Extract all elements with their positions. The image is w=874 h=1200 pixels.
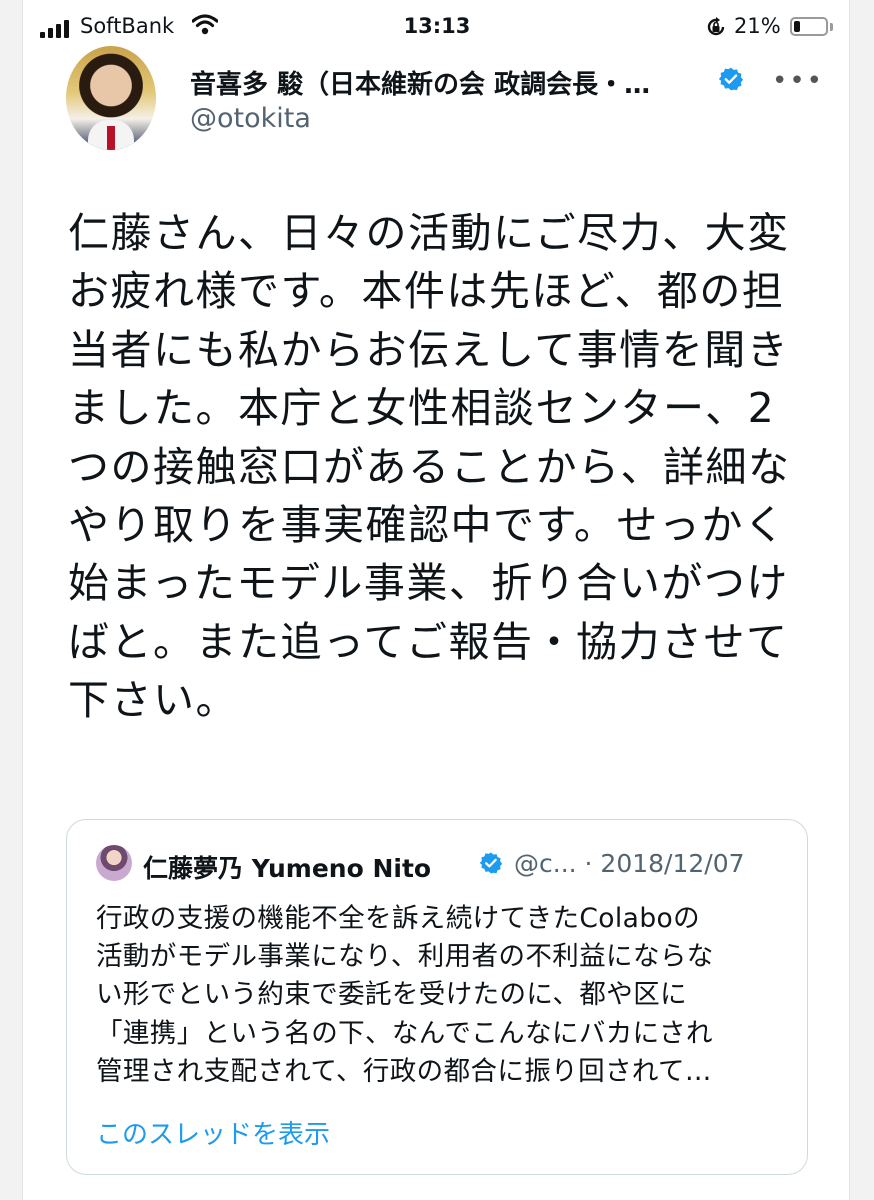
tweet-text-line: つの接触窓口があることから、詳細な: [68, 442, 791, 491]
quoted-text-line: 活動がモデル事業になり、利用者の不利益にならな: [96, 941, 714, 973]
author-avatar[interactable]: [66, 46, 156, 150]
tweet-text-line: 仁藤さん、日々の活動にご尽力、大変: [68, 209, 790, 257]
quoted-author-avatar: [96, 845, 132, 881]
battery-tip: [830, 23, 833, 31]
tweet-text: 仁藤さん、日々の活動にご尽力、大変 お疲れ様です。本件は先ほど、都の担 当者にも…: [68, 204, 808, 730]
verified-badge-icon: [718, 67, 744, 91]
tweet-text-line: 当者にも私からお伝えして事情を聞き: [68, 325, 790, 374]
author-handle[interactable]: @otokita: [190, 103, 311, 134]
quoted-verified-badge-icon: [479, 852, 503, 874]
quoted-text-line: 行政の支援の機能不全を訴え続けてきたColaboの: [96, 903, 701, 934]
tweet-text-line: 下さい。: [68, 676, 238, 725]
quoted-author-name: 仁藤夢乃 Yumeno Nito: [143, 854, 432, 883]
show-thread-link[interactable]: このスレッドを表示: [96, 1114, 330, 1151]
author-display-name[interactable]: 音喜多 駿（日本維新の会 政調会長・…: [190, 64, 650, 101]
tweet-text-line: ました。本庁と女性相談センター、2: [68, 384, 776, 433]
battery-icon: [790, 17, 828, 36]
quoted-text-line: 「連携」という名の下、なんでこんなにバカにされ: [96, 1017, 713, 1049]
tweet-text-line: お疲れ様です。本件は先ほど、都の担: [68, 267, 785, 316]
quoted-handle-date: @c... · 2018/12/07: [514, 849, 745, 878]
tweet-text-line: やり取りを事実確認中です。せっかく: [68, 501, 787, 550]
quoted-tweet-text: 行政の支援の機能不全を訴え続けてきたColaboの 活動がモデル事業になり、利用…: [96, 900, 796, 1091]
status-bar: SoftBank 13:13 21%: [0, 0, 874, 58]
quoted-text-line: 管理され支配されて、行政の都合に振り回されて…: [96, 1055, 712, 1087]
quoted-text-line: い形でという約束で委託を受けたのに、都や区に: [96, 979, 688, 1011]
tweet-text-line: ばと。また追ってご報告・協力させて: [68, 617, 789, 666]
rotation-lock-icon: [707, 17, 725, 36]
battery-percent: 21%: [734, 14, 781, 38]
more-icon[interactable]: •••: [772, 66, 824, 96]
tweet-text-line: 始まったモデル事業、折り合いがつけ: [68, 559, 789, 608]
